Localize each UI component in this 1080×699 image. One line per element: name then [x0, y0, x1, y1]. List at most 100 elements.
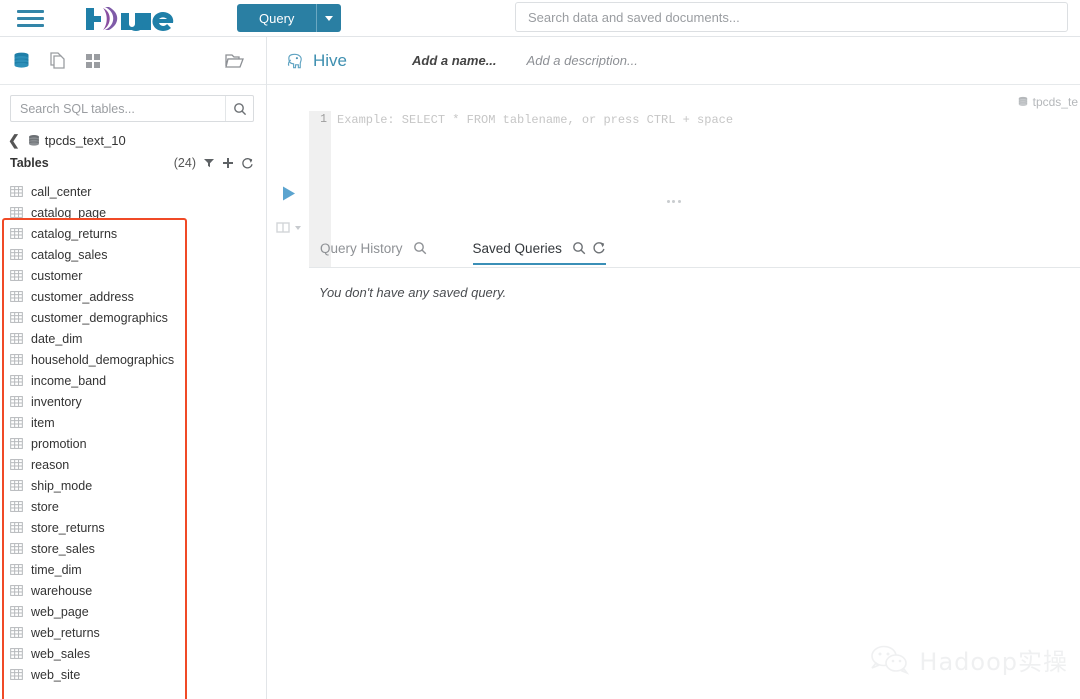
documents-icon[interactable] [48, 51, 67, 70]
engine-label[interactable]: Hive [286, 51, 347, 71]
table-list-item[interactable]: ship_mode [0, 475, 267, 496]
table-list-item[interactable]: catalog_page [0, 202, 267, 223]
document-description-field[interactable]: Add a description... [527, 53, 638, 68]
chevron-left-icon[interactable]: ❮ [8, 132, 20, 149]
table-list-item[interactable]: promotion [0, 433, 267, 454]
sql-table-search-input[interactable] [11, 96, 225, 121]
table-list-item[interactable]: time_dim [0, 559, 267, 580]
table-icon [10, 354, 23, 365]
table-list-item[interactable]: reason [0, 454, 267, 475]
table-list-item[interactable]: web_page [0, 601, 267, 622]
table-name: reason [31, 457, 70, 472]
tab-saved-queries[interactable]: Saved Queries [472, 233, 607, 265]
table-name: store [31, 499, 59, 514]
table-icon [10, 270, 23, 281]
sql-table-search-box[interactable] [10, 95, 254, 122]
table-list-item[interactable]: store [0, 496, 267, 517]
database-icon [28, 134, 39, 146]
table-list-item[interactable]: web_sales [0, 643, 267, 664]
table-list-item[interactable]: customer_address [0, 286, 267, 307]
context-database-selector[interactable]: tpcds_te [1017, 95, 1078, 109]
chevron-down-icon [325, 15, 334, 21]
hue-logo-icon [86, 7, 174, 32]
search-icon[interactable] [572, 241, 586, 255]
table-name: date_dim [31, 331, 83, 346]
table-icon [10, 543, 23, 554]
editor-placeholder-text[interactable]: Example: SELECT * FROM tablename, or pre… [337, 113, 733, 127]
search-icon[interactable] [413, 241, 427, 255]
table-list-item[interactable]: catalog_returns [0, 223, 267, 244]
database-icon [1018, 96, 1027, 106]
table-name: catalog_sales [31, 247, 108, 262]
watermark-text: Hadoop实操 [919, 648, 1068, 676]
table-icon [10, 186, 23, 197]
table-name: warehouse [31, 583, 93, 598]
table-icon [10, 396, 23, 407]
global-search-box[interactable] [515, 2, 1068, 32]
table-icon [10, 669, 23, 680]
document-name-field[interactable]: Add a name... [412, 53, 497, 68]
hamburger-menu-icon[interactable] [17, 7, 45, 29]
table-name: web_page [31, 604, 89, 619]
table-list-item[interactable]: item [0, 412, 267, 433]
tab-query-history[interactable]: Query History [320, 233, 427, 263]
query-button-label: Query [259, 10, 295, 26]
table-icon [10, 585, 23, 596]
table-icon [10, 375, 23, 386]
sql-table-search-button[interactable] [225, 96, 253, 121]
table-list-item[interactable]: web_returns [0, 622, 267, 643]
results-tab-bar: Query History Saved Queries [267, 233, 1080, 265]
table-list-item[interactable]: income_band [0, 370, 267, 391]
table-name: income_band [31, 373, 107, 388]
tables-section-header: Tables (24) [0, 149, 266, 174]
table-name: web_returns [31, 625, 100, 640]
table-icon [10, 564, 23, 575]
table-list-item[interactable]: warehouse [0, 580, 267, 601]
table-icon [10, 291, 23, 302]
tables-list[interactable]: call_center catalog_page catalog_returnsca… [0, 181, 267, 699]
filter-icon[interactable] [203, 157, 215, 169]
table-icon [10, 522, 23, 533]
table-name: time_dim [31, 562, 82, 577]
table-name: customer_demographics [31, 310, 168, 325]
tab-saved-queries-label: Saved Queries [472, 240, 562, 256]
engine-name: Hive [313, 50, 348, 70]
table-list-item[interactable]: customer_demographics [0, 307, 267, 328]
table-list-item[interactable]: web_site [0, 664, 267, 685]
table-icon [10, 312, 23, 323]
tables-label: Tables [10, 156, 49, 170]
panel-resize-handle[interactable] [267, 194, 1080, 208]
hive-elephant-icon [287, 53, 302, 68]
database-icon[interactable] [12, 51, 31, 70]
hue-logo[interactable] [83, 4, 180, 32]
editor-divider [309, 267, 1080, 268]
table-list-item[interactable]: date_dim [0, 328, 267, 349]
query-dropdown-toggle[interactable] [316, 4, 341, 32]
table-list-item[interactable]: household_demographics [0, 349, 267, 370]
table-list-item[interactable]: customer [0, 265, 267, 286]
table-name: call_center [31, 184, 92, 199]
refresh-icon[interactable] [241, 157, 254, 170]
table-list-item[interactable]: inventory [0, 391, 267, 412]
table-icon [10, 333, 23, 344]
table-list-item[interactable]: store_returns [0, 517, 267, 538]
grid-icon[interactable] [84, 51, 103, 70]
table-list-item[interactable]: call_center [0, 181, 267, 202]
table-icon [10, 207, 23, 218]
current-database-name[interactable]: tpcds_text_10 [45, 133, 126, 148]
refresh-icon[interactable] [592, 241, 606, 255]
hue-application: Query Search data and saved documents...… [0, 0, 1080, 699]
global-search-input[interactable] [516, 3, 1067, 31]
table-icon [10, 480, 23, 491]
table-icon [10, 627, 23, 638]
query-button[interactable]: Query [237, 4, 342, 32]
plus-icon[interactable] [222, 157, 234, 169]
table-name: catalog_returns [31, 226, 118, 241]
folder-open-icon[interactable] [224, 51, 244, 74]
table-name: promotion [31, 436, 87, 451]
tables-count: (24) [173, 156, 196, 170]
table-list-item[interactable]: catalog_sales [0, 244, 267, 265]
table-icon [10, 501, 23, 512]
table-list-item[interactable]: store_sales [0, 538, 267, 559]
table-name: customer_address [31, 289, 134, 304]
